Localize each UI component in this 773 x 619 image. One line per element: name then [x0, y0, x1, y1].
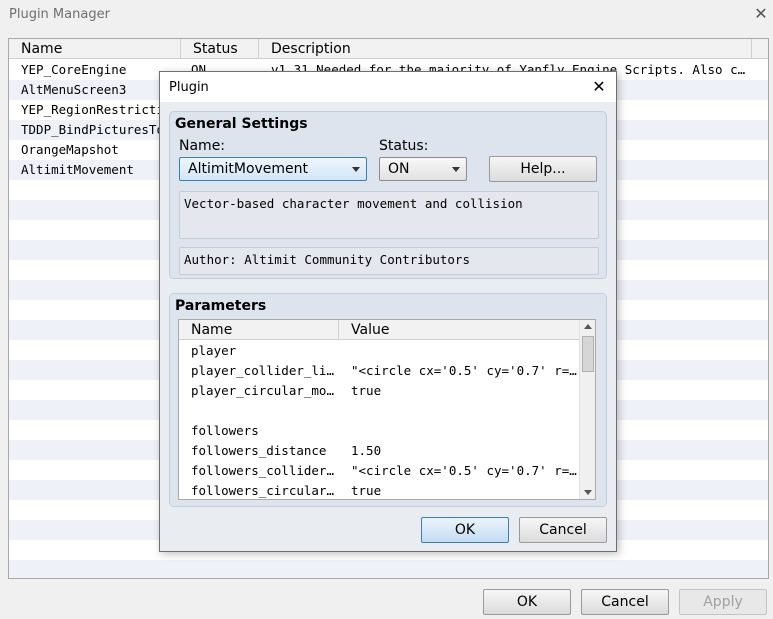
- param-name: player_collider_list: [191, 363, 337, 378]
- table-row[interactable]: [179, 401, 582, 421]
- param-column-name[interactable]: Name: [179, 320, 339, 340]
- scroll-thumb[interactable]: [582, 336, 594, 372]
- table-row[interactable]: followers: [179, 421, 582, 441]
- chevron-down-icon: [352, 167, 360, 172]
- param-value: true: [351, 383, 382, 398]
- column-header-name[interactable]: Name: [9, 39, 181, 59]
- dialog-ok-button[interactable]: OK: [421, 517, 509, 543]
- table-row[interactable]: followers_circular_… true: [179, 481, 582, 499]
- name-select[interactable]: AltimitMovement: [179, 157, 367, 181]
- status-label: Status:: [379, 138, 429, 154]
- parameters-title: Parameters: [175, 298, 267, 314]
- scroll-up-icon[interactable]: [580, 320, 595, 334]
- general-settings-group: General Settings Name: AltimitMovement S…: [169, 111, 607, 279]
- chevron-down-icon: [452, 167, 460, 172]
- table-row[interactable]: player: [179, 341, 582, 361]
- cancel-button[interactable]: Cancel: [581, 589, 669, 615]
- description-text: Vector-based character movement and coll…: [179, 191, 599, 239]
- column-header-description[interactable]: Description: [259, 39, 752, 59]
- parameters-list[interactable]: Name Value player player_collider_list "<c…: [178, 319, 596, 500]
- column-header-status[interactable]: Status: [181, 39, 259, 59]
- name-label: Name:: [179, 138, 226, 154]
- apply-button[interactable]: Apply: [679, 589, 767, 615]
- table-row[interactable]: followers_collider_… "<circle cx='0.5' cy…: [179, 461, 582, 481]
- param-value: "<circle cx='0.5' cy='0.7' r='0…: [351, 463, 577, 478]
- parameters-scrollbar[interactable]: [579, 320, 595, 499]
- window-close-icon[interactable]: ✕: [752, 3, 770, 25]
- param-value: "<circle cx='0.5' cy='0.7' r='0…: [351, 363, 577, 378]
- status-select-value: ON: [388, 161, 410, 177]
- table-row[interactable]: followers_distance 1.50: [179, 441, 582, 461]
- param-name: followers_distance: [191, 443, 327, 458]
- param-column-value[interactable]: Value: [339, 320, 582, 340]
- name-select-value: AltimitMovement: [188, 161, 309, 177]
- param-name: followers_circular_…: [191, 483, 337, 498]
- dialog-cancel-button[interactable]: Cancel: [519, 517, 607, 543]
- help-button[interactable]: Help...: [489, 156, 597, 182]
- param-value: true: [351, 483, 382, 498]
- table-row[interactable]: player_collider_list "<circle cx='0.5' cy…: [179, 361, 582, 381]
- window-title: Plugin Manager: [9, 7, 110, 22]
- empty-row[interactable]: [9, 560, 768, 578]
- param-name: player: [191, 343, 237, 358]
- param-value: 1.50: [351, 443, 382, 458]
- plugin-name: OrangeMapshot: [21, 142, 119, 157]
- table-row[interactable]: player_circular_mov… true: [179, 381, 582, 401]
- param-name: player_circular_mov…: [191, 383, 337, 398]
- general-settings-title: General Settings: [175, 116, 308, 132]
- plugin-name: TDDP_BindPicturesToMap: [21, 122, 181, 137]
- dialog-title: Plugin: [169, 80, 209, 95]
- dialog-titlebar: Plugin ✕: [160, 72, 616, 102]
- param-name: followers: [191, 423, 259, 438]
- plugin-name: AltMenuScreen3: [21, 82, 127, 97]
- dialog-close-icon[interactable]: ✕: [588, 75, 610, 99]
- parameters-group: Parameters Name Value player player_colli…: [169, 293, 607, 507]
- plugin-name: YEP_CoreEngine: [21, 62, 127, 77]
- ok-button[interactable]: OK: [483, 589, 571, 615]
- status-select[interactable]: ON: [379, 157, 467, 181]
- author-text: Author: Altimit Community Contributors: [179, 247, 599, 275]
- plugin-dialog: Plugin ✕ General Settings Name: AltimitM…: [159, 71, 617, 552]
- plugin-list-header: Name Status Description: [9, 39, 768, 59]
- scroll-down-icon[interactable]: [580, 485, 595, 499]
- parameters-list-header: Name Value: [179, 320, 582, 340]
- plugin-name: YEP_RegionRestrictions: [21, 102, 181, 117]
- param-name: followers_collider_…: [191, 463, 337, 478]
- plugin-name: AltimitMovement: [21, 162, 134, 177]
